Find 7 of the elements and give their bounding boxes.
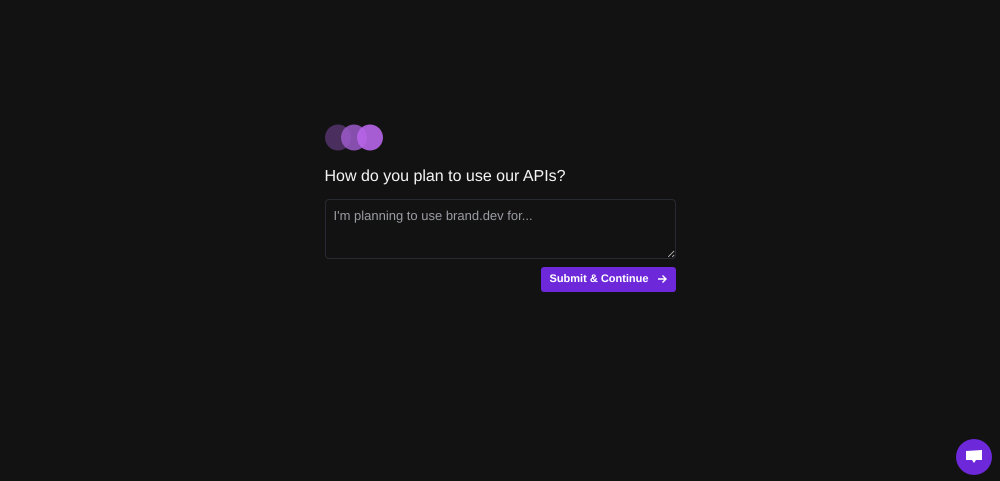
answer-field[interactable]: I'm planning to use brand.dev for... <box>324 199 676 259</box>
chat-button[interactable] <box>956 439 992 475</box>
submit-button[interactable]: Submit & Continue <box>540 267 676 292</box>
logo-icon <box>324 124 384 151</box>
question-heading: How do you plan to use our APIs? <box>324 167 567 187</box>
chat-icon <box>965 449 983 465</box>
arrow-icon <box>656 274 666 284</box>
